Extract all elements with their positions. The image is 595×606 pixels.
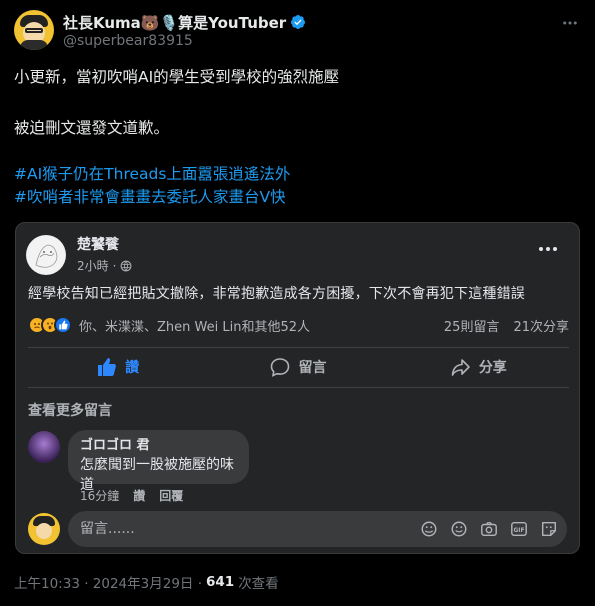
post-time: 2小時 xyxy=(77,259,109,273)
like-button[interactable]: 讚 xyxy=(28,349,208,385)
commenter-avatar xyxy=(28,431,60,463)
comment-label: 留言 xyxy=(298,360,327,376)
author-display-name[interactable]: 社長Kuma🐻🎙️算是YouTuber xyxy=(63,12,286,33)
comment-input-box[interactable]: GIF xyxy=(68,511,567,547)
divider xyxy=(28,387,569,388)
share-icon xyxy=(451,359,470,376)
comment-time: 16分鐘 xyxy=(80,489,120,503)
tweet-footer: 上午10:33 · 2024年3月29日 · 641 次查看 xyxy=(14,572,279,592)
post-more-icon xyxy=(539,247,557,251)
tweet: 社長Kuma🐻🎙️算是YouTuber @superbear83915 小更新，… xyxy=(0,0,595,606)
reaction-icons xyxy=(28,316,72,334)
input-icon-row: GIF xyxy=(419,519,559,539)
post-text: 經學校告知已經把貼文撤除，非常抱歉造成各方困擾，下次不會再犯下這種錯誤 xyxy=(28,286,525,302)
shares-count[interactable]: 21次分享 xyxy=(513,316,569,335)
views-count: 641 xyxy=(206,574,235,590)
comment-reply-link[interactable]: 回覆 xyxy=(159,487,183,504)
embedded-image-facebook-post[interactable]: 楚饕餮 2小時 · 經學校告知已經把貼文撤除，非常抱歉造成各方困擾，下次不會再犯… xyxy=(15,222,580,554)
author-name-row: 社長Kuma🐻🎙️算是YouTuber xyxy=(63,12,306,32)
svg-text:GIF: GIF xyxy=(514,528,525,534)
view-more-comments-link[interactable]: 查看更多留言 xyxy=(28,400,112,420)
divider xyxy=(28,347,569,348)
engagement-counts: 25則留言 21次分享 xyxy=(444,316,569,335)
post-action-row: 讚 留言 分享 xyxy=(28,349,569,385)
like-label: 讚 xyxy=(125,360,140,376)
page-avatar xyxy=(26,235,66,275)
verified-badge-icon xyxy=(291,15,306,29)
gif-icon[interactable]: GIF xyxy=(509,519,529,539)
globe-icon xyxy=(121,260,132,271)
comment-actions: 16分鐘 讚 回覆 xyxy=(80,487,183,504)
hashtag-link-1[interactable]: #AI猴子仍在Threads上面囂張逍遙法外 xyxy=(14,163,584,186)
share-label: 分享 xyxy=(478,360,507,376)
share-button[interactable]: 分享 xyxy=(389,349,569,385)
camera-icon[interactable] xyxy=(479,519,499,539)
views-label: 次查看 xyxy=(238,576,279,592)
thumbs-up-icon xyxy=(98,358,117,376)
comment-input[interactable] xyxy=(80,521,400,537)
like-reaction-icon xyxy=(54,316,72,334)
tweet-text-line-1: 小更新，當初吹哨AI的學生受到學校的強烈施壓 xyxy=(14,68,340,86)
comments-count[interactable]: 25則留言 xyxy=(444,316,500,335)
sticker-alt-icon[interactable] xyxy=(539,519,559,539)
emoji-icon[interactable] xyxy=(449,519,469,539)
sticker-icon[interactable] xyxy=(419,519,439,539)
post-meta: 2小時 · xyxy=(77,257,132,274)
meta-separator: · xyxy=(112,258,117,273)
comment-bubble: ゴロゴロ 君 怎麼聞到一股被施壓的味道 xyxy=(68,430,249,493)
tweet-timestamp[interactable]: 上午10:33 · 2024年3月29日 · xyxy=(14,572,202,592)
reactors-text[interactable]: 你、米渫渫、Zhen Wei Lin和其他52人 xyxy=(79,316,310,335)
author-avatar[interactable] xyxy=(14,10,54,50)
comment-like-link[interactable]: 讚 xyxy=(133,487,145,504)
more-icon[interactable] xyxy=(561,14,579,32)
hashtag-link-2[interactable]: #吹哨者非常會畫畫去委託人家畫台V快 xyxy=(14,186,584,209)
reactions-row: 你、米渫渫、Zhen Wei Lin和其他52人 25則留言 21次分享 xyxy=(28,315,569,335)
comment-author[interactable]: ゴロゴロ 君 xyxy=(80,437,237,455)
current-user-avatar xyxy=(28,513,60,545)
comment-button[interactable]: 留言 xyxy=(208,349,388,385)
author-handle[interactable]: @superbear83915 xyxy=(63,33,193,49)
comment-icon xyxy=(271,358,290,377)
page-name: 楚饕餮 xyxy=(77,237,119,253)
tweet-text-line-2: 被迫刪文還發文道歉。 xyxy=(14,119,170,137)
